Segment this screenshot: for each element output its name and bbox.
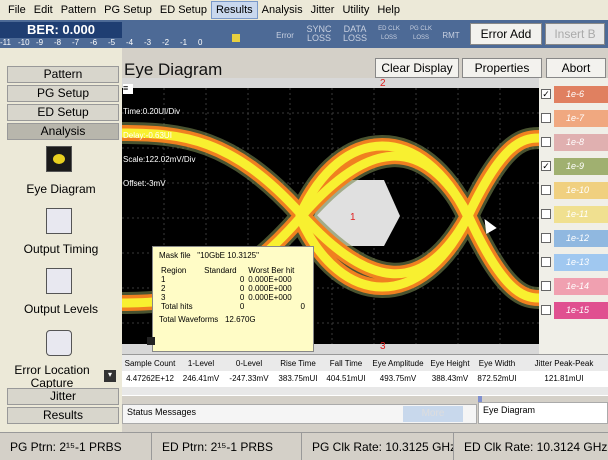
eye-diagram-tab[interactable]: Eye Diagram (478, 402, 608, 424)
mask-results-table: Region Standard Worst Ber hit 1 0 0.000E+000… (161, 266, 305, 311)
table-row: Total hits 0 0 (161, 302, 305, 311)
data-loss-indicator: DATA LOSS (342, 24, 367, 43)
mask-region-2 (122, 78, 539, 88)
eye-diagram-label[interactable]: Eye Diagram (0, 182, 122, 196)
ber-legend: ✓ 1e-6 1e-7 1e-8 ✓ 1e-9 1e-10 1e-11 1e-12 1e-13 1e… (539, 78, 608, 354)
clear-display-button[interactable]: Clear Display (375, 58, 459, 78)
time-div-text: Time:0.20UI/Div (123, 107, 181, 116)
legend-item: 1e-15 (554, 302, 608, 319)
menu-bar: File Edit Pattern PG Setup ED Setup Resu… (0, 0, 608, 20)
output-timing-icon[interactable] (46, 208, 72, 234)
legend-item: 1e-8 (554, 134, 608, 151)
ber-display: BER: 0.000 (0, 22, 122, 38)
insert-b-button[interactable]: Insert B (545, 23, 605, 45)
abort-button[interactable]: Abort (546, 58, 606, 78)
legend-item: 1e-13 (554, 254, 608, 271)
error-location-label[interactable]: Error Location Capture (0, 364, 104, 390)
legend-item: 1e-11 (554, 206, 608, 223)
dropdown-arrow-icon[interactable]: ▾ (104, 370, 116, 382)
rmt-indicator: RMT (442, 31, 460, 40)
measurement-header: Sample Count 1-Level 0-Level Rise Time Fall … (122, 355, 608, 371)
sidebar-analysis[interactable]: Analysis (7, 123, 119, 140)
menu-analysis[interactable]: Analysis (258, 0, 307, 20)
mask-marker-1: 1 (350, 212, 356, 223)
waveform-icon (147, 337, 155, 345)
delay-text: Delay:-0.63UI (123, 131, 172, 140)
legend-item: 1e-6 (554, 86, 608, 103)
menu-pg-setup[interactable]: PG Setup (100, 0, 156, 20)
legend-checkbox[interactable] (541, 233, 551, 243)
legend-item: 1e-14 (554, 278, 608, 295)
table-row: 2 0 0.000E+000 (161, 284, 292, 293)
menu-file[interactable]: File (4, 0, 30, 20)
output-timing-label[interactable]: Output Timing (0, 242, 122, 256)
legend-checkbox[interactable] (541, 209, 551, 219)
scale-text: Scale:122.02mV/Div (123, 155, 196, 164)
legend-checkbox[interactable] (541, 257, 551, 267)
legend-item: 1e-10 (554, 182, 608, 199)
legend-checkbox[interactable]: ✓ (541, 89, 551, 99)
measurement-table: Sample Count 1-Level 0-Level Rise Time Fall … (122, 354, 608, 396)
error-location-icon[interactable] (46, 330, 72, 356)
mask-file-label: Mask file (159, 251, 191, 260)
sidebar-results[interactable]: Results (7, 407, 119, 424)
legend-checkbox[interactable]: ✓ (541, 161, 551, 171)
legend-checkbox[interactable] (541, 113, 551, 123)
legend-checkbox[interactable] (541, 185, 551, 195)
page-title: Eye Diagram (124, 60, 223, 79)
mask-marker-3: 3 (380, 341, 386, 352)
sidebar-pg-setup[interactable]: PG Setup (7, 85, 119, 102)
legend-checkbox[interactable] (541, 281, 551, 291)
error-indicator: Error (276, 31, 294, 40)
pg-clock-status: PG Clk Rate: 10.3125 GHz (302, 433, 454, 460)
more-button[interactable]: More (403, 406, 463, 422)
sidebar-pattern[interactable]: Pattern (7, 66, 119, 83)
mask-file-value: "10GbE 10.3125" (197, 251, 259, 260)
legend-item: 1e-12 (554, 230, 608, 247)
total-waveforms-value: 12.670G (224, 315, 256, 324)
properties-button[interactable]: Properties (462, 58, 542, 78)
legend-item: 1e-9 (554, 158, 608, 175)
status-bar: PG Ptrn: 2¹⁵-1 PRBS ED Ptrn: 2¹⁵-1 PRBS … (0, 432, 608, 460)
menu-pattern[interactable]: Pattern (57, 0, 100, 20)
menu-jitter[interactable]: Jitter (307, 0, 339, 20)
legend-checkbox[interactable] (541, 305, 551, 315)
offset-text: Offset:-3mV (123, 179, 166, 188)
ed-clock-status: ED Clk Rate: 10.3124 GHz (464, 440, 608, 454)
pg-pattern-status: PG Ptrn: 2¹⁵-1 PRBS (0, 433, 152, 460)
table-row: 3 0 0.000E+000 (161, 293, 292, 302)
sync-loss-indicator: SYNC LOSS (306, 24, 332, 43)
error-add-button[interactable]: Error Add (470, 23, 542, 45)
ber-scale: -11 -10 -9 -8 -7 -6 -5 -4 -3 -2 -1 0 (0, 38, 203, 47)
sidebar: Pattern PG Setup ED Setup Analysis Eye D… (0, 48, 122, 442)
menu-ed-setup[interactable]: ED Setup (156, 0, 211, 20)
legend-checkbox[interactable] (541, 137, 551, 147)
ed-clk-loss-indicator: ED CLK LOSS (378, 26, 400, 41)
horizontal-scrollbar[interactable] (122, 387, 608, 395)
menu-results[interactable]: Results (210, 1, 258, 19)
legend-item: 1e-7 (554, 110, 608, 127)
menu-utility[interactable]: Utility (338, 0, 373, 20)
pg-clk-loss-indicator: PG CLK LOSS (409, 26, 432, 41)
output-levels-label[interactable]: Output Levels (0, 302, 122, 316)
total-waveforms-label: Total Waveforms (159, 315, 219, 324)
ed-pattern-status: ED Ptrn: 2¹⁵-1 PRBS (152, 433, 302, 460)
mask-marker-2: 2 (380, 78, 386, 89)
plot-info: Time:0.20UI/Div Delay:-0.63UI Scale:122.… (123, 88, 195, 196)
table-row: 4.47262E+12 246.41mV -247.33mV 383.75mUI 404… (126, 373, 584, 383)
eye-diagram-icon[interactable] (46, 146, 72, 172)
sidebar-ed-setup[interactable]: ED Setup (7, 104, 119, 121)
table-row: 1 0 0.000E+000 (161, 275, 292, 284)
output-levels-icon[interactable] (46, 268, 72, 294)
mask-test-panel: Mask file "10GbE 10.3125" Region Standard… (147, 246, 314, 352)
menu-edit[interactable]: Edit (30, 0, 57, 20)
menu-help[interactable]: Help (373, 0, 404, 20)
sidebar-jitter[interactable]: Jitter (7, 388, 119, 405)
